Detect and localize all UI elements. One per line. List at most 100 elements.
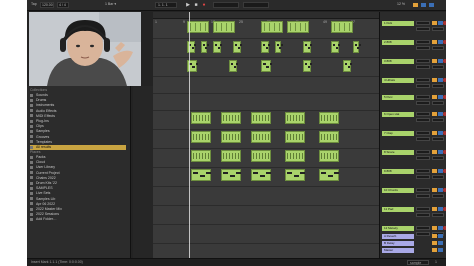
arm-button[interactable] <box>443 78 446 82</box>
clip[interactable] <box>303 60 313 72</box>
volume-field[interactable] <box>432 101 444 105</box>
clip[interactable] <box>285 131 305 143</box>
return-track-header[interactable]: Master <box>382 248 414 253</box>
monitor-routing[interactable] <box>416 175 430 179</box>
volume-field[interactable] <box>432 194 444 198</box>
sample-selector[interactable]: sample <box>407 260 429 265</box>
track-lane[interactable] <box>153 20 379 39</box>
input-routing[interactable] <box>416 95 430 99</box>
return-activator-button[interactable] <box>432 241 437 245</box>
track-header[interactable]: 3 808 <box>382 59 414 64</box>
track-lane[interactable] <box>153 77 379 94</box>
track-header[interactable]: 1 Kick <box>382 21 414 26</box>
clip[interactable] <box>261 60 273 72</box>
monitor-routing[interactable] <box>416 118 430 122</box>
track-lane[interactable] <box>153 149 379 168</box>
track-activator-button[interactable] <box>432 207 437 211</box>
monitor-routing[interactable] <box>416 213 430 217</box>
track-lane[interactable] <box>153 58 379 77</box>
arm-button[interactable] <box>443 188 446 192</box>
track-lane[interactable] <box>153 187 379 206</box>
clip[interactable] <box>191 131 211 143</box>
track-lane[interactable] <box>153 225 379 244</box>
track-header[interactable]: 2 808 <box>382 40 414 45</box>
monitor-routing[interactable] <box>416 137 430 141</box>
volume-field[interactable] <box>432 46 444 50</box>
volume-field[interactable] <box>432 156 444 160</box>
clip[interactable] <box>331 21 353 33</box>
volume-field[interactable] <box>432 213 444 217</box>
clip[interactable] <box>221 169 242 181</box>
arm-button[interactable] <box>443 112 446 116</box>
track-header[interactable]: 5 Perc <box>382 95 414 100</box>
return-activator-button[interactable] <box>432 234 437 238</box>
monitor-routing[interactable] <box>416 156 430 160</box>
arm-button[interactable] <box>443 40 446 44</box>
input-routing[interactable] <box>416 112 430 116</box>
track-header[interactable]: 6 Open Hat <box>382 112 414 117</box>
return-activator-button[interactable] <box>432 248 437 252</box>
track-lane[interactable] <box>153 206 379 225</box>
volume-field[interactable] <box>432 27 444 31</box>
clip[interactable] <box>251 112 271 124</box>
track-activator-button[interactable] <box>432 95 437 99</box>
overview-button[interactable] <box>429 3 434 7</box>
return-solo-button[interactable] <box>438 248 443 252</box>
volume-field[interactable] <box>432 137 444 141</box>
return-track-header[interactable]: A Reverb <box>382 234 414 239</box>
clip[interactable] <box>319 150 339 162</box>
volume-field[interactable] <box>432 84 444 88</box>
stop-icon[interactable]: ■ <box>193 2 199 8</box>
input-routing[interactable] <box>416 131 430 135</box>
clip[interactable] <box>343 60 353 72</box>
tap-tempo-button[interactable]: Tap <box>31 2 37 6</box>
clip[interactable] <box>213 21 235 33</box>
track-header[interactable]: 10 Chords <box>382 188 414 193</box>
arrangement-view[interactable]: 19172533414957 <box>153 12 379 258</box>
track-activator-button[interactable] <box>432 131 437 135</box>
clip[interactable] <box>187 21 209 33</box>
input-routing[interactable] <box>416 78 430 82</box>
arm-button[interactable] <box>443 59 446 63</box>
clip[interactable] <box>201 41 209 53</box>
monitor-routing[interactable] <box>416 65 430 69</box>
clip[interactable] <box>353 41 361 53</box>
quantize-menu[interactable]: 1 Bar ▾ <box>105 2 116 6</box>
clip[interactable] <box>319 112 339 124</box>
track-header[interactable]: 7 Clap <box>382 131 414 136</box>
clip[interactable] <box>285 150 305 162</box>
volume-field[interactable] <box>432 175 444 179</box>
input-routing[interactable] <box>416 188 430 192</box>
clip[interactable] <box>191 169 212 181</box>
track-activator-button[interactable] <box>432 78 437 82</box>
clip[interactable] <box>285 169 306 181</box>
track-activator-button[interactable] <box>432 40 437 44</box>
browser-file-list[interactable] <box>133 86 153 258</box>
track-activator-button[interactable] <box>432 59 437 63</box>
input-routing[interactable] <box>416 207 430 211</box>
input-routing[interactable] <box>416 169 430 173</box>
clip[interactable] <box>233 41 243 53</box>
track-activator-button[interactable] <box>432 112 437 116</box>
input-routing[interactable] <box>416 226 430 230</box>
time-signature-field[interactable]: 4 / 4 <box>57 2 69 8</box>
clip[interactable] <box>221 112 241 124</box>
track-activator-button[interactable] <box>432 21 437 25</box>
clip[interactable] <box>261 21 283 33</box>
arm-button[interactable] <box>443 150 446 154</box>
track-activator-button[interactable] <box>432 150 437 154</box>
volume-field[interactable] <box>432 118 444 122</box>
clip[interactable] <box>261 41 271 53</box>
track-header[interactable]: 8 Snare <box>382 150 414 155</box>
monitor-routing[interactable] <box>416 232 430 236</box>
arm-button[interactable] <box>443 131 446 135</box>
arm-button[interactable] <box>443 207 446 211</box>
track-lane[interactable] <box>153 94 379 111</box>
monitor-routing[interactable] <box>416 194 430 198</box>
browser-item[interactable]: All results <box>30 145 126 150</box>
clip[interactable] <box>229 60 239 72</box>
monitor-routing[interactable] <box>416 27 430 31</box>
arm-button[interactable] <box>443 95 446 99</box>
clip[interactable] <box>191 112 211 124</box>
clip[interactable] <box>303 41 313 53</box>
